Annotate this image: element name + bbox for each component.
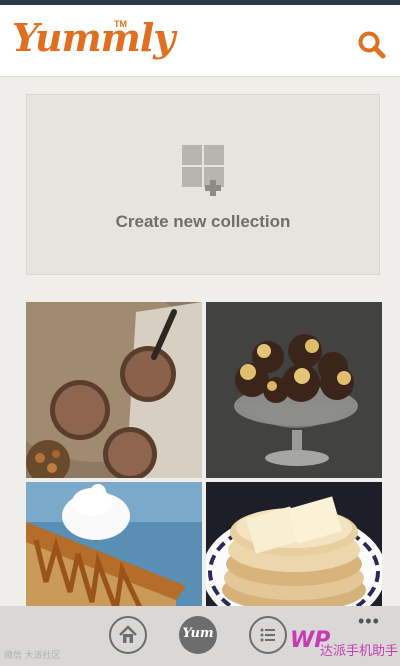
watermark-text: 达派手机助手	[320, 644, 399, 659]
yum-button[interactable]: Yum	[179, 616, 217, 654]
app-header: Yummly TM	[0, 5, 400, 77]
app-logo[interactable]: Yummly	[12, 15, 175, 60]
create-collection-label: Create new collection	[115, 212, 291, 231]
recipe-photo	[206, 482, 382, 612]
recipe-tile-buckeyes[interactable]	[206, 302, 382, 478]
list-button[interactable]	[249, 616, 287, 654]
watermark-left: 微信 大派社区	[4, 650, 61, 660]
recipe-tile-hot-chocolate[interactable]	[26, 302, 202, 478]
home-button[interactable]	[109, 616, 147, 654]
recipe-photo	[206, 302, 382, 478]
recipe-photo	[26, 482, 202, 612]
home-icon	[119, 625, 137, 643]
recipe-photo	[26, 302, 202, 478]
more-options-button[interactable]: •••	[358, 611, 380, 632]
yum-label: Yum	[182, 626, 214, 641]
create-collection-card[interactable]: Create new collection	[26, 94, 380, 275]
search-button[interactable]	[354, 27, 390, 63]
recipe-tile-cheesecake[interactable]	[26, 482, 202, 612]
grid-plus-icon	[182, 145, 224, 196]
trademark-mark: TM	[114, 19, 127, 29]
list-icon	[260, 628, 275, 642]
search-icon	[358, 31, 386, 59]
recipe-tile-pancakes[interactable]	[206, 482, 382, 612]
